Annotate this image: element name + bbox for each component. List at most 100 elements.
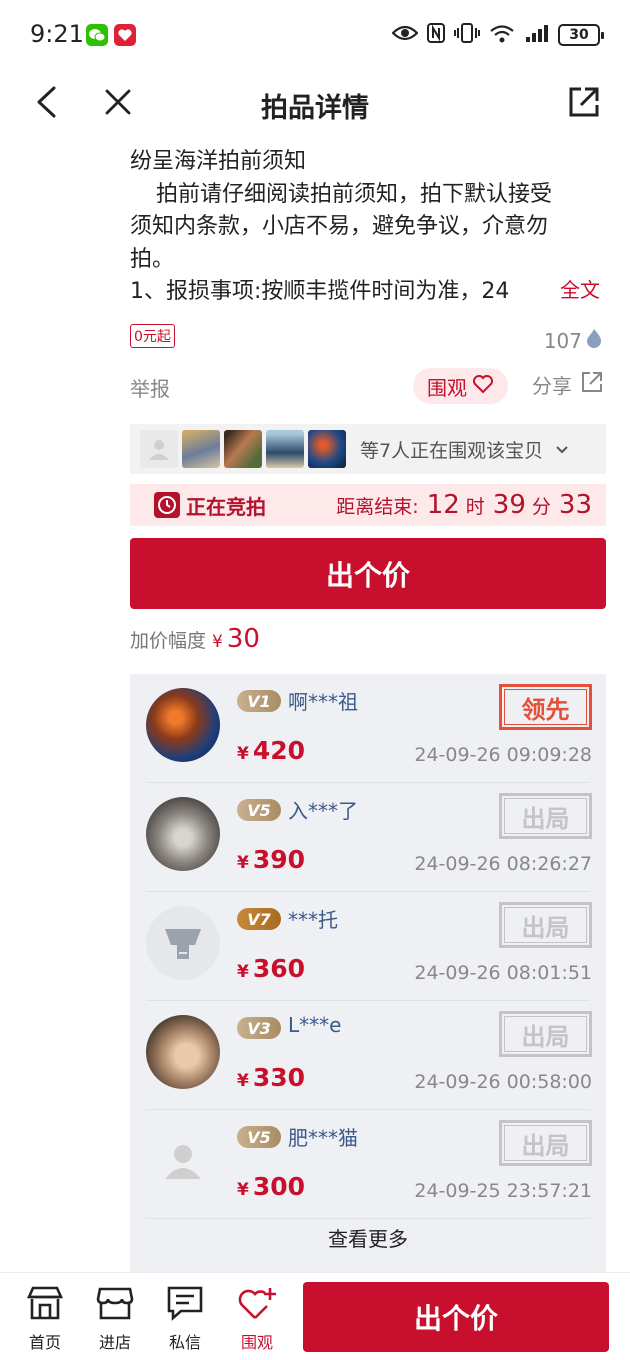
avatar: [146, 1124, 220, 1198]
share-label: 分享: [532, 374, 572, 398]
increment-label: 加价幅度: [130, 630, 207, 652]
nfc-icon: [426, 22, 446, 48]
bid-time: 24-09-26 00:58:00: [414, 1071, 592, 1093]
bidding-label: 正在竞拍: [186, 494, 266, 519]
bid-time: 24-09-25 23:57:21: [414, 1180, 592, 1202]
tab-label: 进店: [98, 1333, 131, 1352]
avatar: [308, 430, 346, 468]
auction-notice: 纷呈海洋拍前须知 拍前请仔细阅读拍前须知，拍下默认接受 须知内条款，小店不易，避…: [130, 146, 605, 309]
currency-symbol: ¥: [237, 962, 249, 982]
heart-icon: [472, 374, 494, 399]
leading-stamp: 领先: [499, 684, 592, 730]
bottom-bid-button[interactable]: 出个价: [303, 1282, 609, 1352]
watchers-strip[interactable]: 等7人正在围观该宝贝: [130, 424, 606, 474]
bidder-name: 啊***祖: [288, 690, 358, 714]
out-stamp: 出局: [499, 1120, 592, 1166]
bid-time: 24-09-26 08:01:51: [414, 962, 592, 984]
bid-amount: 300: [252, 1172, 306, 1201]
watch-label: 围观: [427, 375, 467, 400]
out-stamp: 出局: [499, 793, 592, 839]
bid-price: ¥300: [237, 1172, 305, 1201]
battery-icon: 30: [558, 24, 604, 46]
tab-home[interactable]: 首页: [17, 1285, 73, 1353]
flame-icon: [586, 328, 602, 353]
wechat-icon: [86, 24, 108, 46]
heart-plus-icon: [237, 1285, 277, 1325]
increment-value: 30: [226, 624, 260, 654]
avatar: [146, 797, 220, 871]
report-link[interactable]: 举报: [130, 373, 170, 402]
bid-amount: 390: [252, 845, 306, 874]
countdown-seconds: 33: [558, 490, 592, 520]
tab-watch[interactable]: 围观: [229, 1285, 285, 1353]
status-icons: 30: [391, 22, 604, 48]
start-price-tag: 0元起: [130, 324, 175, 348]
bid-record-row: V1 啊***祖 领先 ¥420 24-09-26 09:09:28: [130, 674, 606, 783]
bid-records: V1 啊***祖 领先 ¥420 24-09-26 09:09:28 V5 入*…: [130, 674, 606, 1276]
vip-badge: V5: [237, 799, 281, 821]
bid-amount: 360: [252, 954, 306, 983]
message-icon: [165, 1285, 205, 1325]
notice-line: 拍前请仔细阅读拍前须知，拍下默认接受: [156, 181, 553, 207]
view-count-value: 107: [543, 328, 582, 353]
view-count: 107: [544, 328, 602, 353]
see-more-button[interactable]: 查看更多: [130, 1223, 606, 1252]
signal-icon: [524, 22, 550, 48]
vip-badge: V7: [237, 908, 281, 930]
vip-badge: V5: [237, 1126, 281, 1148]
avatar: [182, 430, 220, 468]
watchers-text: 等7人正在围观该宝贝: [360, 439, 544, 462]
currency-symbol: ¥: [237, 853, 249, 873]
tab-shop[interactable]: 进店: [87, 1285, 143, 1353]
bid-record-row: V3 L***e 出局 ¥330 24-09-26 00:58:00: [130, 1001, 606, 1110]
currency-symbol: ¥: [237, 1180, 249, 1200]
countdown: 距离结束: 12 时 39 分 33: [336, 490, 592, 520]
default-avatar-icon: [165, 929, 201, 959]
hours-unit: 时: [465, 496, 485, 518]
bid-time: 24-09-26 08:26:27: [414, 853, 592, 875]
bid-price: ¥360: [237, 954, 305, 983]
currency-symbol: ¥: [237, 1071, 249, 1091]
bottom-bar: 首页 进店 私信 围观 出个价: [0, 1272, 630, 1360]
divider: [146, 1218, 590, 1219]
bid-amount: 330: [252, 1063, 306, 1092]
app-icon: [114, 24, 136, 46]
auction-status-bar: 正在竞拍 距离结束: 12 时 39 分 33: [130, 484, 606, 526]
avatar: [146, 688, 220, 762]
status-time: 9:21: [30, 20, 84, 48]
full-text-button[interactable]: 全文: [556, 274, 600, 303]
chevron-down-icon: [555, 440, 569, 459]
bid-amount: 420: [252, 736, 306, 765]
eye-icon: [391, 23, 419, 47]
vibrate-icon: [454, 22, 480, 48]
countdown-label: 距离结束:: [336, 496, 419, 518]
bid-price: ¥390: [237, 845, 305, 874]
share-out-icon[interactable]: [564, 82, 604, 122]
out-stamp: 出局: [499, 902, 592, 948]
avatar: [224, 430, 262, 468]
notice-line: 须知内条款，小店不易，避免争议，介意勿: [130, 214, 549, 239]
notice-title: 纷呈海洋拍前须知: [130, 149, 307, 174]
currency-symbol: ¥: [237, 744, 249, 764]
vip-badge: V1: [237, 690, 281, 712]
countdown-hours: 12: [426, 490, 460, 520]
share-button[interactable]: 分享: [532, 370, 604, 399]
minutes-unit: 分: [531, 496, 551, 518]
out-stamp: 出局: [499, 1011, 592, 1057]
bid-record-row: V5 入***了 出局 ¥390 24-09-26 08:26:27: [130, 783, 606, 892]
bidder-name: 入***了: [288, 799, 358, 823]
bidder-name: ***托: [288, 908, 338, 932]
clock-icon: [154, 492, 180, 518]
tab-message[interactable]: 私信: [157, 1285, 213, 1353]
avatar: [266, 430, 304, 468]
notice-line: 拍。: [130, 246, 175, 272]
avatar: [146, 1015, 220, 1089]
default-user-icon: [165, 1145, 201, 1179]
tab-label: 围观: [240, 1333, 273, 1352]
tab-label: 私信: [168, 1333, 201, 1352]
page-title: 拍品详情: [261, 93, 369, 124]
share-icon: [580, 370, 604, 399]
watch-button[interactable]: 围观: [413, 368, 508, 404]
place-bid-button[interactable]: 出个价: [130, 538, 606, 609]
bid-record-row: V5 肥***猫 出局 ¥300 24-09-25 23:57:21: [130, 1110, 606, 1219]
